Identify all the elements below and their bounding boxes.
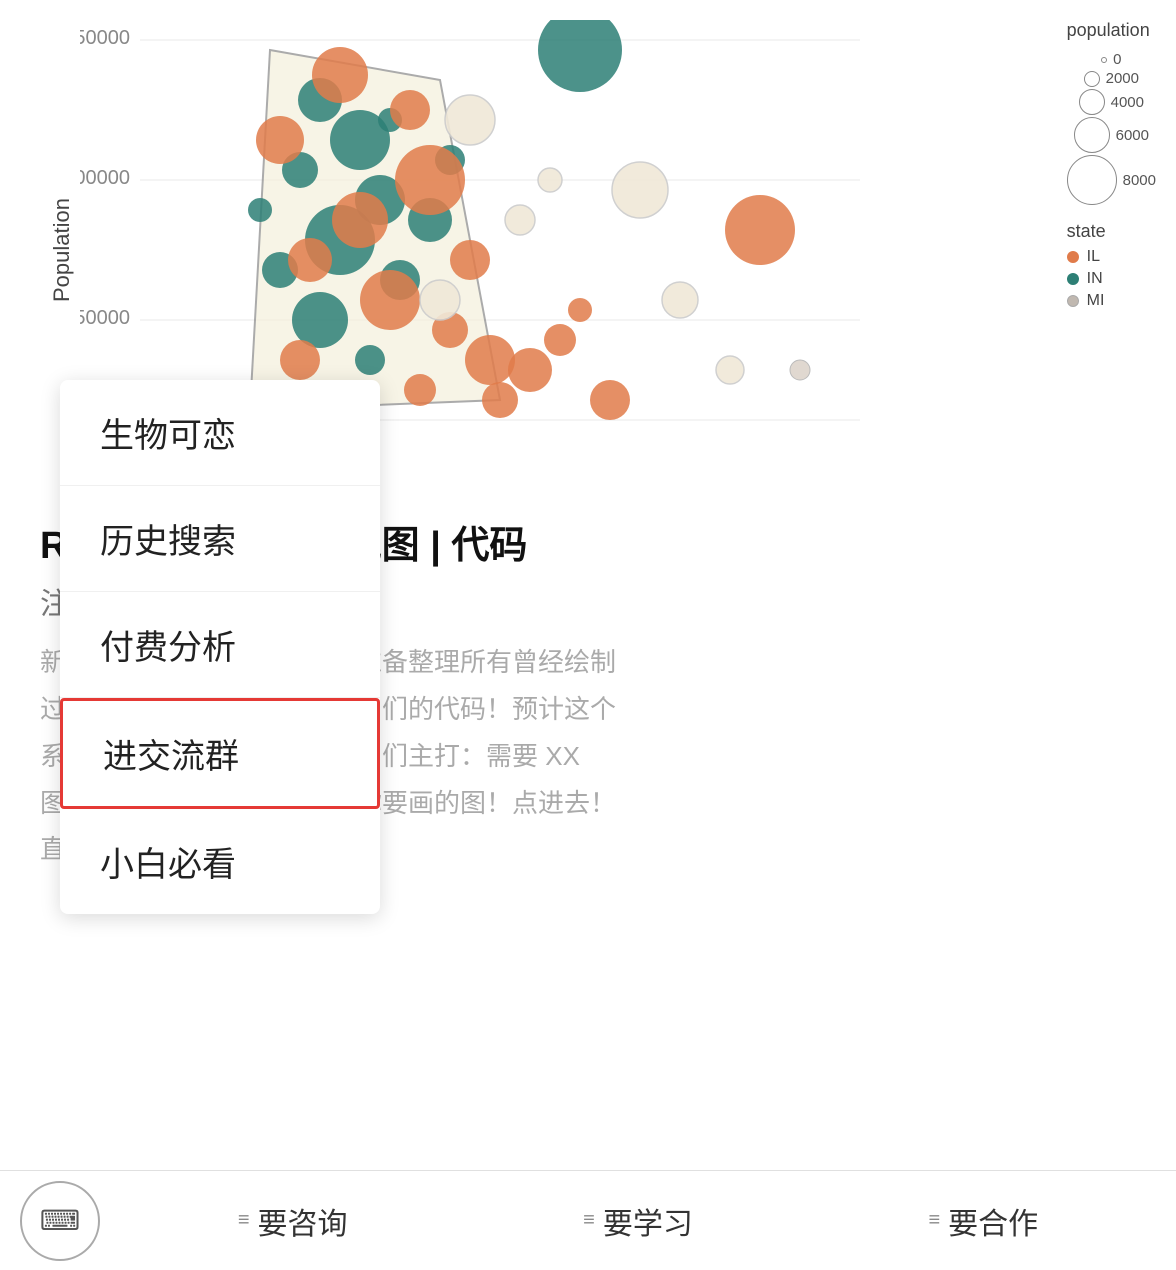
nav-consult[interactable]: ≡ 要咨询 (238, 1199, 348, 1243)
nav-learn-icon: ≡ (583, 1209, 595, 1232)
dropdown-item-paid[interactable]: 付费分析 (60, 592, 380, 698)
legend-in: IN (1087, 270, 1103, 288)
dropdown-item-history[interactable]: 历史搜索 (60, 486, 380, 592)
svg-text:150000: 150000 (80, 27, 130, 49)
keyboard-icon: ⌨ (40, 1204, 80, 1237)
nav-items: ≡ 要咨询 ≡ 要学习 ≡ 要合作 (100, 1199, 1176, 1243)
legend-state-title: state (1067, 221, 1156, 242)
y-axis-label: Population (49, 198, 75, 302)
keyboard-button[interactable]: ⌨ (20, 1181, 100, 1261)
nav-consult-label: 要咨询 (258, 1199, 348, 1243)
legend-size-title: population (1067, 20, 1156, 41)
legend-il: IL (1087, 248, 1100, 266)
nav-learn[interactable]: ≡ 要学习 (583, 1199, 693, 1243)
nav-consult-icon: ≡ (238, 1209, 250, 1232)
bottom-nav: ⌨ ≡ 要咨询 ≡ 要学习 ≡ 要合作 (0, 1170, 1176, 1270)
nav-cooperate-label: 要合作 (948, 1199, 1038, 1243)
svg-text:50000: 50000 (80, 307, 130, 329)
dropdown-item-group[interactable]: 进交流群 (60, 698, 380, 809)
chart-legend: population 0 2000 4000 (1067, 20, 1156, 314)
dropdown-item-beginner[interactable]: 小白必看 (60, 809, 380, 914)
dropdown-item-bio[interactable]: 生物可恋 (60, 380, 380, 486)
dropdown-menu: 生物可恋 历史搜索 付费分析 进交流群 小白必看 (60, 380, 380, 914)
nav-cooperate-icon: ≡ (928, 1209, 940, 1232)
nav-cooperate[interactable]: ≡ 要合作 (928, 1199, 1038, 1243)
nav-learn-label: 要学习 (603, 1199, 693, 1243)
svg-text:100000: 100000 (80, 167, 130, 189)
legend-mi: MI (1087, 292, 1105, 310)
